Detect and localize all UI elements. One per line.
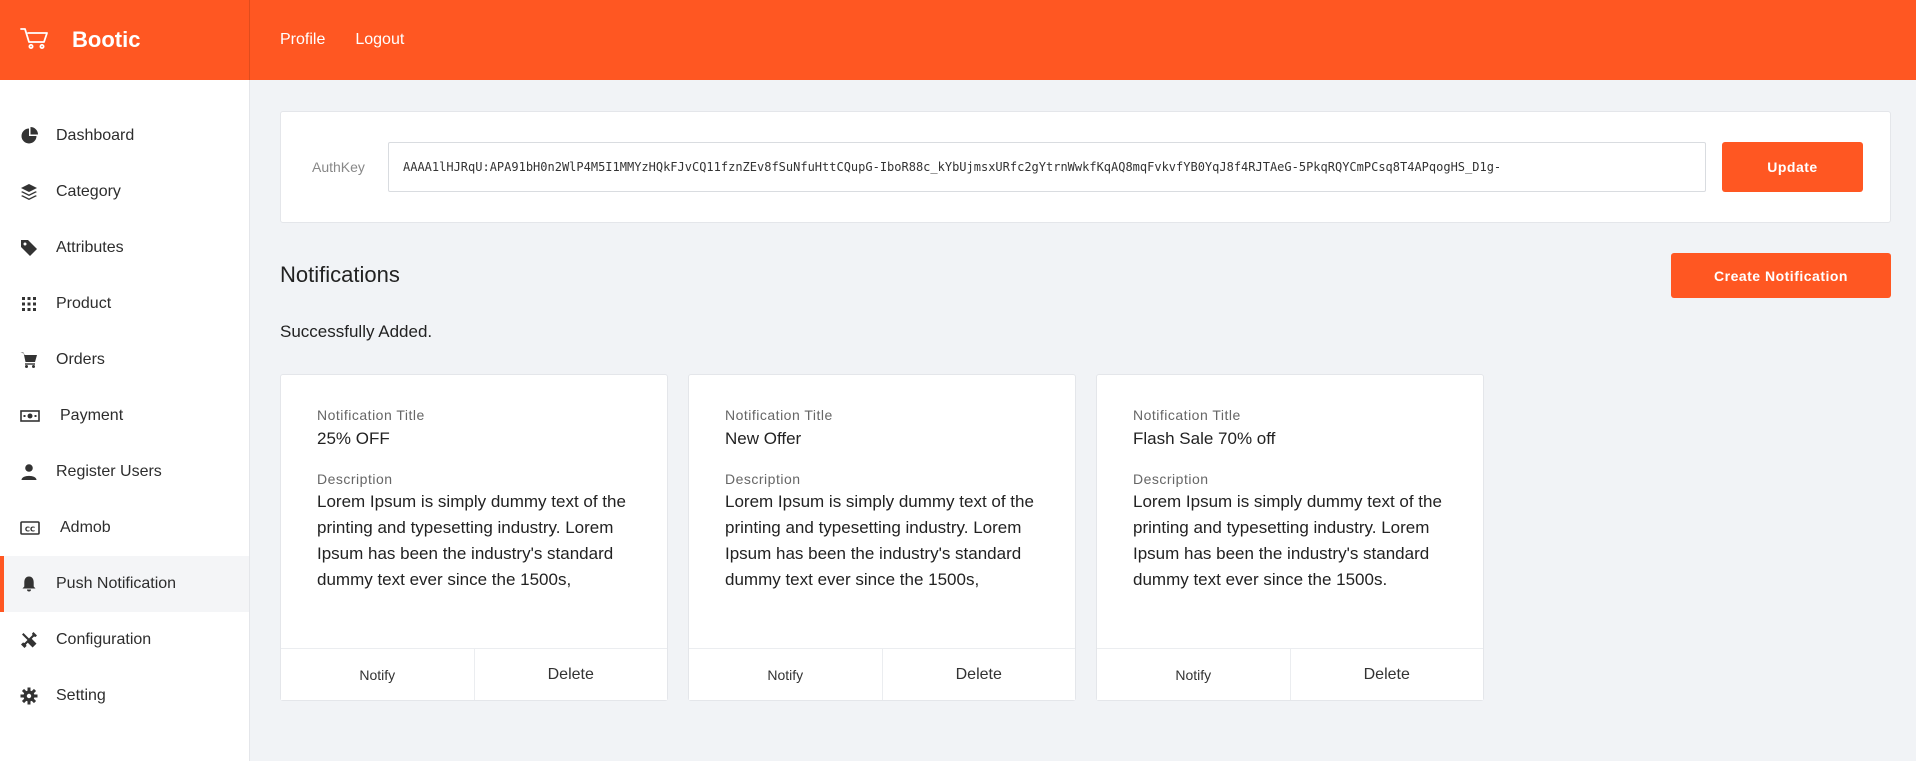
top-nav: Profile Logout [280,31,434,49]
authkey-input[interactable] [388,142,1706,192]
sidebar-item-label: Orders [56,351,105,368]
sidebar-item-setting[interactable]: Setting [0,668,249,724]
layers-icon [20,183,56,201]
top-bar: Bootic Profile Logout [0,0,1916,80]
tools-icon [20,631,56,649]
logout-link[interactable]: Logout [355,31,404,49]
description-label: Description [725,471,801,487]
sidebar-item-payment[interactable]: Payment [0,388,249,444]
user-icon [20,463,56,481]
card-actions: Notify Delete [281,648,667,700]
authkey-label: AuthKey [312,159,365,175]
sidebar-item-register-users[interactable]: Register Users [0,444,249,500]
notification-description: Lorem Ipsum is simply dummy text of the … [1133,492,1442,589]
sidebar-item-orders[interactable]: Orders [0,332,249,388]
notifications-heading: Notifications [280,262,400,287]
shopping-cart-logo-icon [20,26,50,55]
notification-title-label: Notification Title [317,407,425,423]
profile-link[interactable]: Profile [280,31,325,49]
brand-name: Bootic [72,27,141,52]
notify-button[interactable]: Notify [281,649,475,700]
description-label: Description [317,471,393,487]
sidebar-item-label: Category [56,183,121,200]
sidebar-item-label: Push Notification [56,575,177,592]
sidebar-item-attributes[interactable]: Attributes [0,220,249,276]
sidebar-item-push-notification[interactable]: Push Notification [0,556,249,612]
grid-icon [20,295,56,313]
description-label: Description [1133,471,1209,487]
sidebar-item-label: Attributes [56,239,124,256]
notification-title: Flash Sale 70% off [1133,429,1276,448]
delete-button[interactable]: Delete [474,649,667,700]
bell-icon [20,575,56,593]
sidebar-item-configuration[interactable]: Configuration [0,612,249,668]
card-actions: Notify Delete [689,648,1075,700]
authkey-card: AuthKey Update [280,111,1891,223]
sidebar-item-dashboard[interactable]: Dashboard [0,108,249,164]
notification-cards: Notification Title 25% OFF Description L… [280,374,1504,701]
notification-title-label: Notification Title [725,407,833,423]
pie-chart-icon [20,127,56,145]
sidebar-item-label: Payment [60,407,124,424]
sidebar-item-product[interactable]: Product [0,276,249,332]
brand[interactable]: Bootic [0,0,250,80]
sidebar-item-category[interactable]: Category [0,164,249,220]
tag-icon [20,239,56,257]
notification-title-label: Notification Title [1133,407,1241,423]
delete-button[interactable]: Delete [1290,649,1483,700]
card-actions: Notify Delete [1097,648,1483,700]
cc-icon: CC [20,519,56,537]
sidebar-item-label: Register Users [56,463,162,480]
notification-card: Notification Title 25% OFF Description L… [280,374,668,701]
gear-icon [20,687,56,705]
sidebar-item-label: Dashboard [56,127,135,144]
notify-button[interactable]: Notify [689,649,883,700]
money-icon [20,407,56,425]
update-button[interactable]: Update [1722,142,1863,192]
create-notification-button[interactable]: Create Notification [1671,253,1891,298]
sidebar-item-label: Setting [56,687,106,704]
sidebar: Dashboard Category Attributes Product Or… [0,80,250,761]
notification-card: Notification Title Flash Sale 70% off De… [1096,374,1484,701]
svg-text:CC: CC [25,525,35,533]
delete-button[interactable]: Delete [882,649,1075,700]
notify-button[interactable]: Notify [1097,649,1291,700]
sidebar-item-label: Admob [60,519,111,536]
notification-description: Lorem Ipsum is simply dummy text of the … [725,492,1034,589]
notification-card: Notification Title New Offer Description… [688,374,1076,701]
sidebar-item-label: Product [56,295,112,312]
sidebar-item-admob[interactable]: CC Admob [0,500,249,556]
notification-description: Lorem Ipsum is simply dummy text of the … [317,492,626,589]
notification-title: 25% OFF [317,429,390,448]
notification-title: New Offer [725,429,802,448]
cart-icon [20,351,56,369]
sidebar-item-label: Configuration [56,631,152,648]
success-message: Successfully Added. [280,322,433,341]
